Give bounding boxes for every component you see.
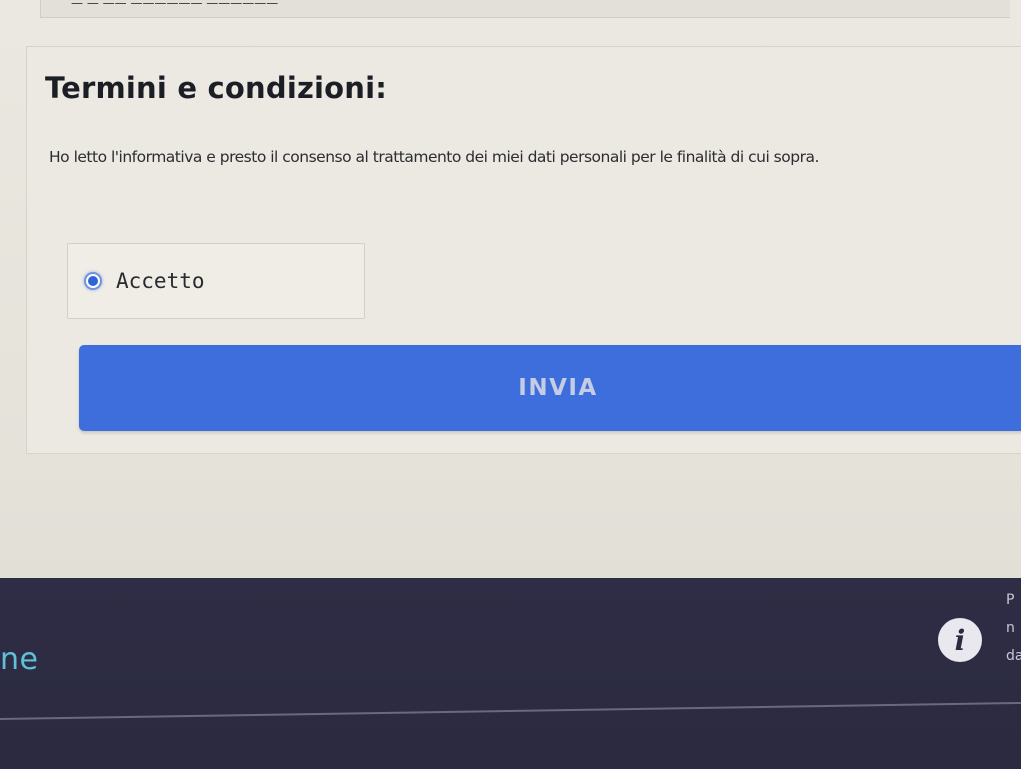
accept-radio-label: Accetto <box>116 269 205 293</box>
footer-info-line: P <box>1006 592 1015 608</box>
site-footer: ne i P n da <box>0 578 1021 769</box>
footer-info-line: da <box>1006 648 1021 664</box>
page: — — —— —————— —————— Termini e condizion… <box>0 0 1021 769</box>
accept-radio-button[interactable] <box>84 272 102 290</box>
footer-divider <box>0 701 1021 720</box>
terms-section: Termini e condizioni: Ho letto l'informa… <box>26 46 1021 454</box>
info-icon[interactable]: i <box>938 618 982 662</box>
submit-button[interactable]: INVIA <box>79 345 1021 431</box>
previous-field-text: — — —— —————— —————— <box>71 0 501 6</box>
footer-brand-text: ne <box>0 642 39 677</box>
terms-consent-text: Ho letto l'informativa e presto il conse… <box>49 148 819 166</box>
accept-radio-option[interactable]: Accetto <box>67 243 365 319</box>
previous-field-box: — — —— —————— —————— <box>40 0 1010 18</box>
terms-title: Termini e condizioni: <box>45 71 388 105</box>
footer-info-text: P n da <box>1006 586 1021 670</box>
footer-info-line: n <box>1006 620 1015 636</box>
radio-selected-indicator <box>88 276 98 286</box>
